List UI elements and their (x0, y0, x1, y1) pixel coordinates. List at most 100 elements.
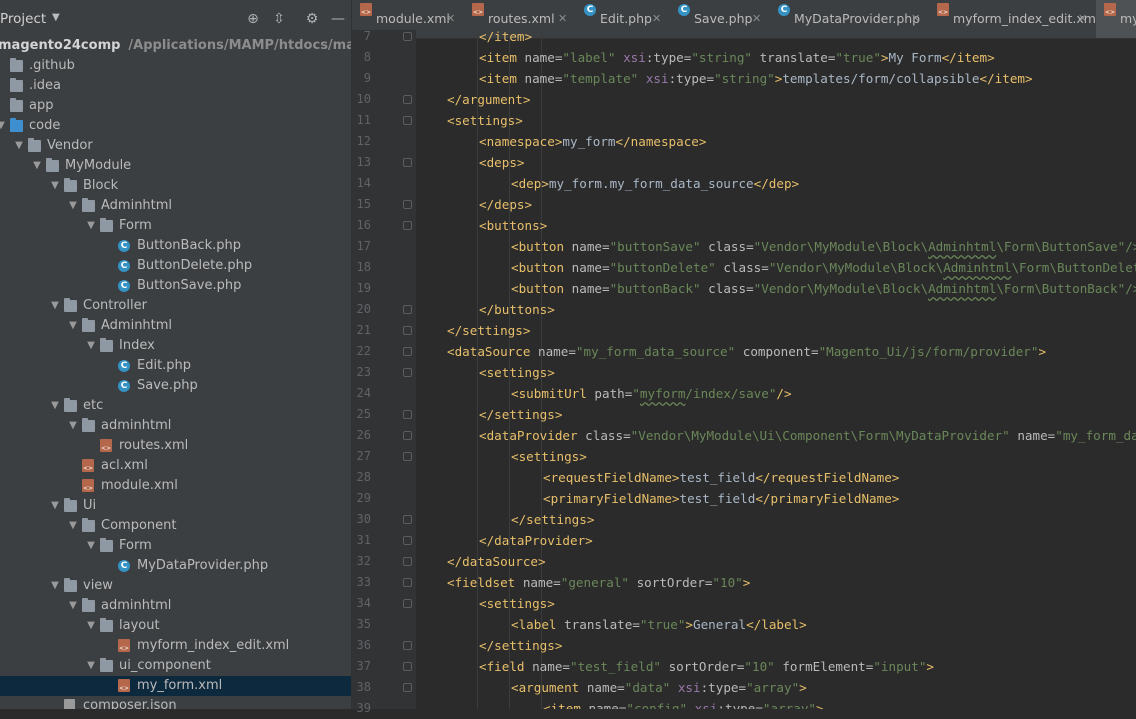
tree-item[interactable]: ▼ Form (0, 536, 351, 556)
tree-item[interactable]: ▼ MyModule (0, 156, 351, 176)
expand-arrow-icon[interactable]: ▼ (49, 296, 61, 316)
tree-item[interactable]: ▼ Adminhtml (0, 316, 351, 336)
tree-item[interactable]: composer.json (0, 696, 351, 709)
fold-marker-icon[interactable] (403, 200, 412, 209)
tree-item[interactable]: ▼ Index (0, 336, 351, 356)
fold-marker-icon[interactable] (403, 221, 412, 230)
tree-item[interactable]: ▼ view (0, 576, 351, 596)
fold-marker-icon[interactable] (403, 326, 412, 335)
expand-arrow-icon[interactable]: ▼ (67, 416, 79, 436)
tree-item[interactable]: ▼ Component (0, 516, 351, 536)
code-line[interactable]: <settings> (511, 446, 587, 467)
code-line[interactable]: <item name="label" xsi:type="string" tra… (479, 47, 995, 68)
code-line[interactable]: <field name="test_field" sortOrder="10" … (479, 656, 934, 677)
code-line[interactable]: <submitUrl path="myform/index/save"/> (511, 383, 792, 404)
code-line[interactable]: <item name="template" xsi:type="string">… (479, 68, 1033, 89)
tree-item[interactable]: ▼ Vendor (0, 136, 351, 156)
chevron-down-icon[interactable]: ▼ (52, 12, 60, 23)
tree-item[interactable]: myform_index_edit.xml (0, 636, 351, 656)
code-line[interactable]: <button name="buttonDelete" class="Vendo… (511, 257, 1136, 278)
fold-marker-icon[interactable] (403, 305, 412, 314)
code-line[interactable]: </deps> (479, 194, 532, 215)
code-line[interactable]: <dep>my_form.my_form_data_source</dep> (511, 173, 799, 194)
expand-arrow-icon[interactable]: ▼ (49, 576, 61, 596)
code-line[interactable]: <argument name="data" xsi:type="array"> (511, 677, 807, 698)
tree-item[interactable]: .github (0, 56, 351, 76)
expand-arrow-icon[interactable]: ▼ (49, 176, 61, 196)
code-line[interactable]: <primaryFieldName>test_field</primaryFie… (543, 488, 899, 509)
tree-item[interactable]: C ButtonSave.php (0, 276, 351, 296)
gear-icon[interactable]: ⚙ (303, 10, 321, 28)
fold-marker-icon[interactable] (403, 347, 412, 356)
code-line[interactable]: <button name="buttonBack" class="Vendor\… (511, 278, 1136, 299)
fold-marker-icon[interactable] (403, 158, 412, 167)
expand-arrow-icon[interactable]: ▼ (67, 516, 79, 536)
fold-marker-icon[interactable] (403, 410, 412, 419)
code-line[interactable]: <button name="buttonSave" class="Vendor\… (511, 236, 1136, 257)
fold-marker-icon[interactable] (403, 557, 412, 566)
code-line[interactable]: </settings> (479, 404, 562, 425)
fold-marker-icon[interactable] (403, 599, 412, 608)
tree-item[interactable]: ▼ adminhtml (0, 416, 351, 436)
expand-arrow-icon[interactable]: ▼ (85, 336, 97, 356)
expand-arrow-icon[interactable]: ▼ (67, 196, 79, 216)
expand-arrow-icon[interactable]: ▼ (67, 596, 79, 616)
tree-item[interactable]: app (0, 96, 351, 116)
tree-item[interactable]: magento24comp/Applications/MAMP/htdocs/m… (0, 36, 351, 56)
code-line[interactable]: </settings> (447, 320, 530, 341)
tree-item[interactable]: C MyDataProvider.php (0, 556, 351, 576)
tree-item[interactable]: ▼ Form (0, 216, 351, 236)
project-title[interactable]: Project (0, 11, 46, 27)
expand-arrow-icon[interactable]: ▼ (67, 316, 79, 336)
code-line[interactable]: <dataSource name="my_form_data_source" c… (447, 341, 1046, 362)
tree-item[interactable]: acl.xml (0, 456, 351, 476)
code-line[interactable]: <namespace>my_form</namespace> (479, 131, 706, 152)
tree-item[interactable]: C ButtonBack.php (0, 236, 351, 256)
expand-arrow-icon[interactable]: ▼ (85, 216, 97, 236)
tree-item[interactable]: ▼ Block (0, 176, 351, 196)
code-line[interactable]: </item> (479, 30, 532, 47)
code-line[interactable]: <label translate="true">General</label> (511, 614, 807, 635)
expand-arrow-icon[interactable]: ▼ (85, 536, 97, 556)
tree-item[interactable]: C ButtonDelete.php (0, 256, 351, 276)
code-line[interactable]: <settings> (447, 110, 523, 131)
fold-marker-icon[interactable] (403, 368, 412, 377)
code-line[interactable]: <settings> (479, 593, 555, 614)
tree-item[interactable]: my_form.xml (0, 676, 351, 696)
fold-marker-icon[interactable] (403, 578, 412, 587)
code-line[interactable]: <fieldset name="general" sortOrder="10"> (447, 572, 750, 593)
fold-marker-icon[interactable] (403, 641, 412, 650)
minimize-icon[interactable]: — (329, 10, 347, 28)
expand-arrow-icon[interactable]: ▼ (13, 136, 25, 156)
code-line[interactable]: <settings> (479, 362, 555, 383)
tree-item[interactable]: routes.xml (0, 436, 351, 456)
tree-item[interactable]: ▼ adminhtml (0, 596, 351, 616)
code-line[interactable]: </argument> (447, 89, 530, 110)
code-line[interactable]: <deps> (479, 152, 525, 173)
tree-item[interactable]: C Edit.php (0, 356, 351, 376)
tree-item[interactable]: .idea (0, 76, 351, 96)
tree-item[interactable]: ▼ etc (0, 396, 351, 416)
fold-marker-icon[interactable] (403, 116, 412, 125)
tree-item[interactable]: ▼ Controller (0, 296, 351, 316)
expand-arrow-icon[interactable]: ▼ (49, 396, 61, 416)
code-line[interactable]: <dataProvider class="Vendor\MyModule\Ui\… (479, 425, 1136, 446)
code-line[interactable]: </buttons> (479, 299, 555, 320)
code-editor[interactable]: </item> <item name="label" xsi:type="stri… (417, 30, 1136, 709)
tree-item[interactable]: ▼ Ui (0, 496, 351, 516)
code-line[interactable]: <item name="config" xsi:type="array"> (543, 698, 824, 709)
code-line[interactable]: <buttons> (479, 215, 547, 236)
code-line[interactable]: </dataProvider> (479, 530, 593, 551)
expand-arrow-icon[interactable]: ▼ (85, 656, 97, 676)
fold-marker-icon[interactable] (403, 32, 412, 41)
tree-item[interactable]: ▼ code (0, 116, 351, 136)
target-icon[interactable]: ⊕ (244, 10, 262, 28)
tree-item[interactable]: C Save.php (0, 376, 351, 396)
tree-item[interactable]: ▼ Adminhtml (0, 196, 351, 216)
collapse-icon[interactable]: ⇳ (270, 10, 288, 28)
code-line[interactable]: </settings> (479, 635, 562, 656)
tree-item[interactable]: ▼ layout (0, 616, 351, 636)
fold-marker-icon[interactable] (403, 536, 412, 545)
code-line[interactable]: </settings> (511, 509, 594, 530)
code-line[interactable]: <requestFieldName>test_field</requestFie… (543, 467, 899, 488)
